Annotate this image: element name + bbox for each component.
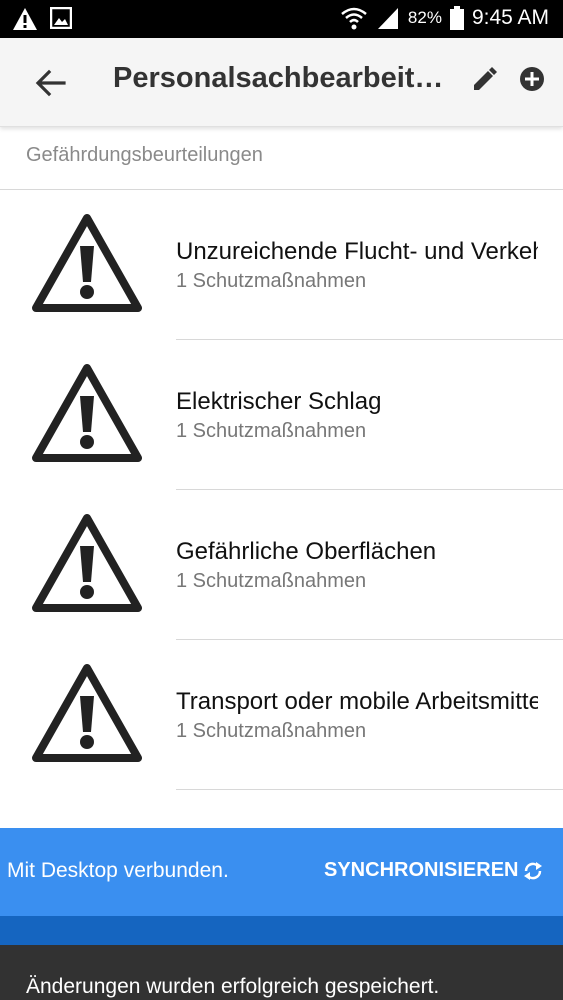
item-subtitle: 1 Schutzmaßnahmen xyxy=(176,270,367,292)
sync-bar: Mit Desktop verbunden. SYNCHRONISIEREN xyxy=(0,828,563,916)
item-subtitle: 1 Schutzmaßnahmen xyxy=(176,570,367,592)
item-title: Transport oder mobile Arbeitsmittel xyxy=(176,688,538,715)
warning-icon xyxy=(13,8,37,30)
item-subtitle: 1 Schutzmaßnahmen xyxy=(176,720,367,742)
warning-triangle-icon xyxy=(32,514,142,612)
toolbar: Personalsachbearbeit… xyxy=(0,38,563,127)
add-circle-icon[interactable] xyxy=(518,65,546,93)
signal-icon xyxy=(377,8,398,29)
snackbar: Änderungen wurden erfolgreich gespeicher… xyxy=(0,945,563,1000)
item-title: Elektrischer Schlag xyxy=(176,388,382,415)
list-item[interactable]: Unzureichende Flucht- und Verkehrswege 1… xyxy=(0,190,563,340)
warning-triangle-icon xyxy=(32,214,142,312)
snackbar-message: Änderungen wurden erfolgreich gespeicher… xyxy=(26,975,440,998)
list-item[interactable]: Elektrischer Schlag 1 Schutzmaßnahmen xyxy=(0,340,563,490)
item-subtitle: 1 Schutzmaßnahmen xyxy=(176,420,367,442)
edit-pencil-icon[interactable] xyxy=(471,67,497,93)
synchronize-button[interactable]: SYNCHRONISIEREN xyxy=(324,859,518,882)
image-icon xyxy=(50,7,72,29)
arrow-back-icon[interactable] xyxy=(34,66,68,100)
hazard-list: Unzureichende Flucht- und Verkehrswege 1… xyxy=(0,190,563,790)
clock: 9:45 AM xyxy=(471,6,549,29)
list-item[interactable]: Transport oder mobile Arbeitsmittel 1 Sc… xyxy=(0,640,563,790)
divider xyxy=(176,789,563,790)
warning-triangle-icon xyxy=(32,364,142,462)
sync-status-text: Mit Desktop verbunden. xyxy=(7,859,229,882)
battery-icon xyxy=(449,6,464,30)
item-title: Unzureichende Flucht- und Verkehrswege xyxy=(176,238,538,265)
section-title: Gefährdungsbeurteilungen xyxy=(26,144,263,166)
wifi-icon xyxy=(341,7,367,30)
warning-triangle-icon xyxy=(32,664,142,762)
sync-icon[interactable] xyxy=(522,860,544,882)
item-title: Gefährliche Oberflächen xyxy=(176,538,437,565)
list-item[interactable]: Gefährliche Oberflächen 1 Schutzmaßnahme… xyxy=(0,490,563,640)
page-title: Personalsachbearbeit… xyxy=(113,62,443,94)
battery-percent: 82% xyxy=(407,8,442,27)
status-bar: 82% 9:45 AM xyxy=(0,0,563,38)
section-header: Gefährdungsbeurteilungen xyxy=(0,127,563,190)
